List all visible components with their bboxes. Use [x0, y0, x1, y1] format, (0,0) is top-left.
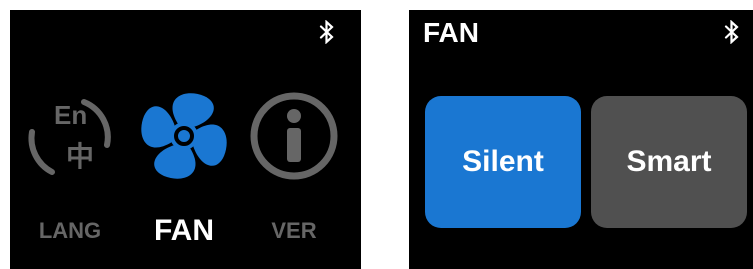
main-menu-screen: En 中 LANG FAN VER — [10, 10, 361, 269]
smart-mode-button[interactable]: Smart — [591, 96, 747, 228]
fan-screen-title: FAN — [423, 17, 479, 48]
menu-label-lang[interactable]: LANG — [15, 214, 125, 248]
language-icon-zh-text: 中 — [66, 140, 94, 173]
bluetooth-icon — [319, 20, 334, 44]
fan-icon[interactable] — [138, 90, 230, 182]
language-icon[interactable]: En 中 — [24, 90, 116, 182]
silent-mode-button[interactable]: Silent — [425, 96, 581, 228]
fan-mode-screen: FAN Silent Smart — [409, 10, 753, 269]
bluetooth-icon — [724, 20, 739, 44]
info-icon[interactable] — [248, 90, 340, 182]
menu-label-fan[interactable]: FAN — [129, 214, 239, 248]
language-icon-en-text: En — [54, 100, 87, 130]
menu-label-ver[interactable]: VER — [239, 214, 349, 248]
